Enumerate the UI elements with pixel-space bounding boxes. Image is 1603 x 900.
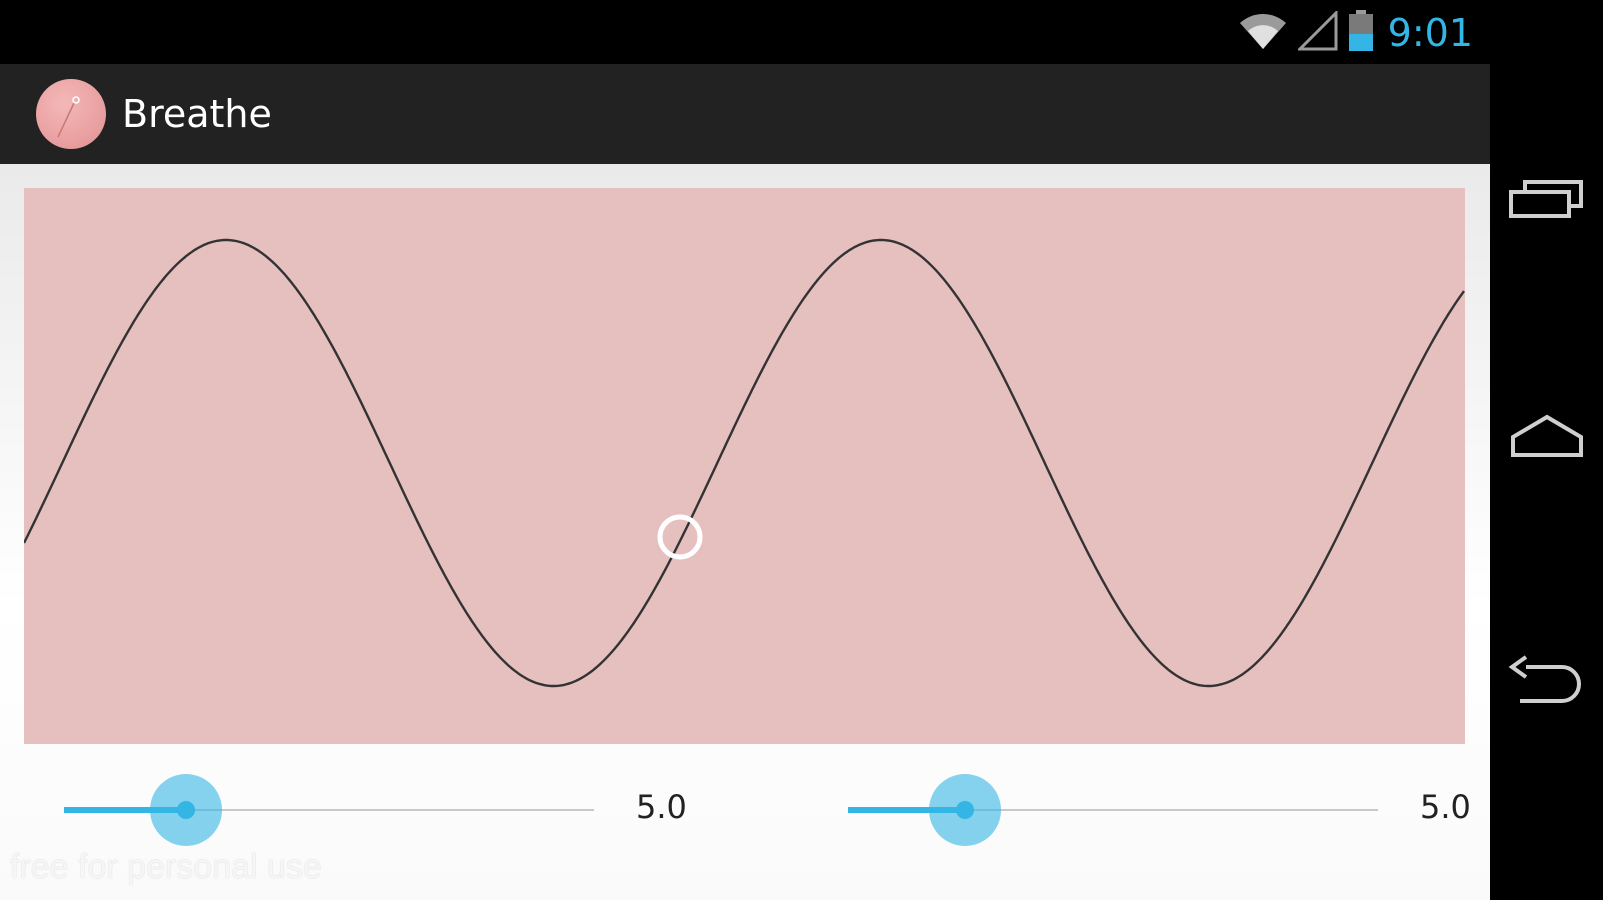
breathe-app-icon[interactable] xyxy=(36,79,106,149)
recent-apps-button[interactable] xyxy=(1490,150,1603,250)
main-content: 5.0 5.0 xyxy=(0,164,1490,900)
app-title: Breathe xyxy=(122,92,272,136)
signal-icon xyxy=(1296,9,1338,55)
exhale-duration-value: 5.0 xyxy=(1420,788,1471,826)
back-button[interactable] xyxy=(1490,632,1603,732)
breath-position-marker xyxy=(657,514,703,560)
breathing-wave-panel xyxy=(24,188,1465,744)
battery-icon xyxy=(1348,10,1374,56)
inhale-duration-slider[interactable] xyxy=(64,774,594,846)
wifi-icon xyxy=(1238,11,1288,55)
watermark-text: free for personal use xyxy=(10,848,322,886)
breathing-wave-line xyxy=(24,238,1465,688)
inhale-duration-value: 5.0 xyxy=(636,788,687,826)
slider-thumb[interactable] xyxy=(955,801,974,819)
home-icon xyxy=(1509,413,1585,463)
back-icon xyxy=(1506,655,1588,709)
slider-thumb[interactable] xyxy=(176,801,195,819)
status-bar: 9:01 xyxy=(0,0,1603,64)
exhale-duration-slider[interactable] xyxy=(848,774,1378,846)
navigation-bar xyxy=(1490,64,1603,900)
breathing-wave-chart xyxy=(24,238,1465,688)
status-clock: 9:01 xyxy=(1387,11,1473,55)
home-button[interactable] xyxy=(1490,388,1603,488)
status-icons: 9:01 xyxy=(1238,9,1473,56)
recent-apps-icon xyxy=(1508,176,1585,224)
action-bar: Breathe xyxy=(0,64,1490,164)
slider-row: 5.0 5.0 xyxy=(0,774,1490,846)
